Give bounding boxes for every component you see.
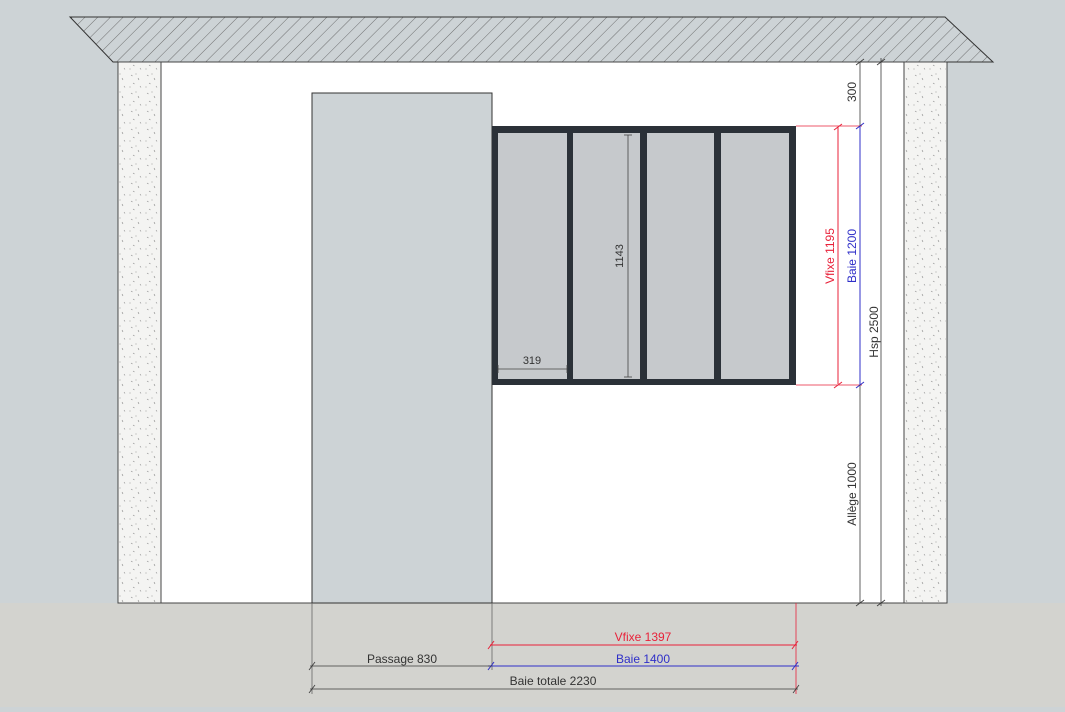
pane-width-label: 319 xyxy=(523,355,541,367)
drawing-canvas: 1143 319 Vfixe 1195 Baie 1200 300 Allège… xyxy=(0,16,1065,707)
top-300-label: 300 xyxy=(845,82,859,102)
allege-label: Allège 1000 xyxy=(845,462,859,526)
hsp-label: Hsp 2500 xyxy=(867,306,881,358)
door-opening xyxy=(311,92,493,604)
glass-pane-4 xyxy=(721,133,789,379)
glass-pane-1 xyxy=(498,133,567,379)
vfixe-horizontal-label: Vfixe 1397 xyxy=(615,630,672,644)
elevation-drawing: 1143 319 Vfixe 1195 Baie 1200 300 Allège… xyxy=(0,0,1065,707)
baie-vertical-label: Baie 1200 xyxy=(845,229,859,283)
ceiling-slab xyxy=(68,16,995,63)
glass-pane-3 xyxy=(647,133,714,379)
insulation-right xyxy=(904,63,946,602)
baie-totale-label: Baie totale 2230 xyxy=(510,674,597,688)
glazed-partition xyxy=(492,126,796,385)
vfixe-vertical-label: Vfixe 1195 xyxy=(823,228,837,284)
passage-label: Passage 830 xyxy=(367,652,437,666)
glass-pane-2 xyxy=(573,133,640,379)
floor xyxy=(0,603,1065,707)
pane-height-label: 1143 xyxy=(614,244,626,268)
insulation-left xyxy=(119,63,161,602)
baie-horizontal-label: Baie 1400 xyxy=(616,652,670,666)
